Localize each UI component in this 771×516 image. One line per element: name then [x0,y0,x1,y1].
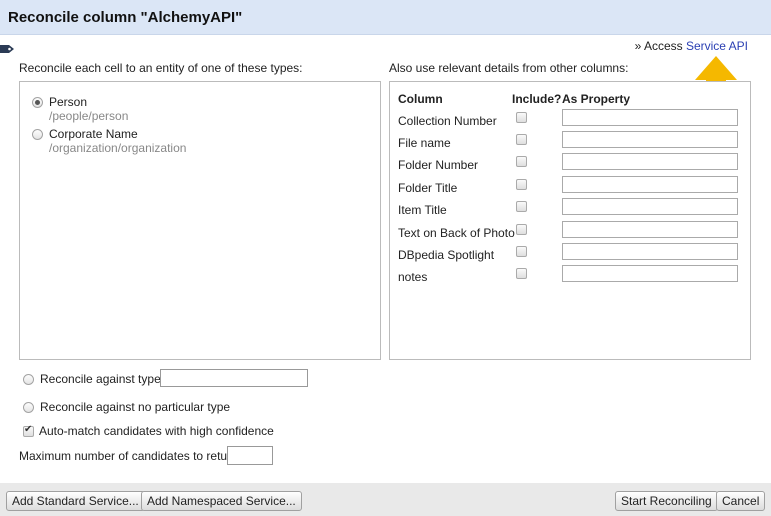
include-checkbox[interactable] [516,224,527,235]
property-input[interactable] [562,243,738,260]
column-name: Item Title [398,203,447,217]
table-row: Item Title [390,198,750,220]
include-checkbox[interactable] [516,268,527,279]
type-radio-corporate-name[interactable] [32,129,43,140]
type-id: /people/person [49,109,129,123]
add-namespaced-service-button[interactable]: Add Namespaced Service... [141,491,302,511]
types-panel: Person /people/person Corporate Name /or… [19,81,381,360]
table-row: DBpedia Spotlight [390,243,750,265]
type-name: Corporate Name [49,127,138,141]
column-name: notes [398,270,428,284]
type-name: Person [49,95,88,109]
types-heading: Reconcile each cell to an entity of one … [19,61,303,75]
automatch-label: Auto-match candidates with high confiden… [39,424,274,438]
column-name: Text on Back of Photo [398,226,515,240]
table-row: Collection Number [390,109,750,131]
include-checkbox[interactable] [516,156,527,167]
type-input[interactable] [160,369,308,387]
access-service-api: » Access Service API [635,39,748,53]
table-row: Text on Back of Photo [390,221,750,243]
against-type-label: Reconcile against type: [40,372,165,386]
add-standard-service-button[interactable]: Add Standard Service... [6,491,145,511]
include-checkbox[interactable] [516,179,527,190]
property-input[interactable] [562,153,738,170]
column-name: File name [398,136,451,150]
column-header: Column [398,92,443,106]
against-type-radio[interactable] [23,374,34,385]
table-row: File name [390,131,750,153]
include-checkbox[interactable] [516,246,527,257]
table-row: notes [390,265,750,287]
max-candidates-input[interactable] [227,446,273,465]
column-name: Folder Title [398,181,458,195]
as-property-header: As Property [562,92,631,106]
service-api-link[interactable]: Service API [686,39,748,53]
automatch-checkbox[interactable] [23,424,34,437]
property-input[interactable] [562,198,738,215]
property-input[interactable] [562,221,738,238]
columns-panel: Column Include? As Property Collection N… [389,81,751,360]
dialog-footer: Add Standard Service... Add Namespaced S… [0,483,771,516]
type-id: /organization/organization [49,141,187,155]
property-input[interactable] [562,176,738,193]
property-input[interactable] [562,265,738,282]
column-name: Folder Number [398,158,479,172]
include-checkbox[interactable] [516,112,527,123]
start-reconciling-button[interactable]: Start Reconciling [615,491,718,511]
columns-heading: Also use relevant details from other col… [389,61,629,75]
property-input[interactable] [562,131,738,148]
table-row: Folder Number [390,153,750,175]
type-radio-person[interactable] [32,97,43,108]
table-row: Folder Title [390,176,750,198]
dialog-title: Reconcile column "AlchemyAPI" [8,9,243,26]
include-checkbox[interactable] [516,134,527,145]
property-input[interactable] [562,109,738,126]
column-name: DBpedia Spotlight [398,248,495,262]
dialog-header: Reconcile column "AlchemyAPI" [0,0,771,35]
column-name: Collection Number [398,114,497,128]
include-header: Include? [512,92,562,106]
include-checkbox[interactable] [516,201,527,212]
max-candidates-label: Maximum number of candidates to return [19,449,238,463]
no-type-label: Reconcile against no particular type [40,400,231,414]
cancel-button[interactable]: Cancel [716,491,766,511]
no-type-radio[interactable] [23,402,34,413]
tag-icon [0,45,14,53]
access-prefix: » Access [634,39,683,53]
